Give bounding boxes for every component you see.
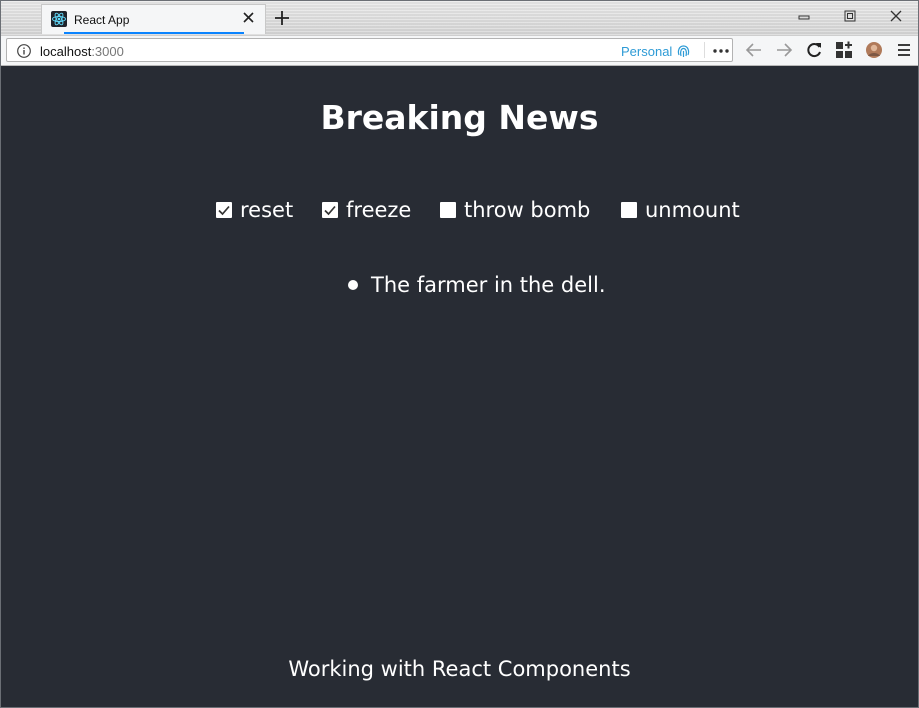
extensions-grid-icon[interactable] <box>833 39 855 61</box>
url-port: :3000 <box>91 44 124 59</box>
reset-label: reset <box>240 198 294 222</box>
app-content: Breaking News reset freeze throw bomb un… <box>1 66 918 707</box>
checkbox-box[interactable] <box>322 202 338 218</box>
url-bar[interactable]: localhost:3000 Personal <box>6 38 733 62</box>
url-host: localhost <box>40 44 92 59</box>
checkbox-box[interactable] <box>621 202 637 218</box>
url-bar-divider <box>704 42 705 58</box>
bullet-icon <box>348 280 358 290</box>
info-icon[interactable] <box>16 43 32 59</box>
browser-window: React App localhost:3000 Personal Breaki… <box>0 0 919 708</box>
footer-text: Working with React Components <box>288 657 631 681</box>
fingerprint-icon[interactable] <box>676 43 691 59</box>
user-avatar-icon[interactable] <box>863 39 885 61</box>
container-label[interactable]: Personal <box>621 44 672 59</box>
forward-arrow-icon[interactable] <box>773 39 795 61</box>
back-arrow-icon[interactable] <box>743 39 765 61</box>
page-title: Breaking News <box>320 98 599 137</box>
navigation-toolbar: localhost:3000 Personal <box>1 36 918 66</box>
close-tab-icon[interactable] <box>240 9 258 27</box>
close-window-icon[interactable] <box>886 8 906 26</box>
news-text: The farmer in the dell. <box>371 273 606 297</box>
minimize-icon[interactable] <box>794 8 814 26</box>
throw-bomb-label: throw bomb <box>464 198 591 222</box>
unmount-label: unmount <box>645 198 740 222</box>
tab-react-app[interactable]: React App <box>41 4 266 34</box>
freeze-label: freeze <box>346 198 412 222</box>
tab-title: React App <box>74 13 130 27</box>
checkbox-box[interactable] <box>440 202 456 218</box>
tab-strip: React App <box>1 1 918 36</box>
restore-icon[interactable] <box>840 8 860 26</box>
url-text[interactable]: localhost:3000 <box>40 44 124 59</box>
reload-icon[interactable] <box>803 39 825 61</box>
checkbox-box[interactable] <box>216 202 232 218</box>
active-tab-indicator <box>64 32 244 34</box>
react-logo-icon <box>51 11 67 27</box>
page-actions-icon[interactable] <box>711 43 731 59</box>
new-tab-icon[interactable] <box>271 7 293 29</box>
menu-hamburger-icon[interactable] <box>893 39 915 61</box>
controls-bar: reset freeze throw bomb unmount <box>1 196 918 224</box>
